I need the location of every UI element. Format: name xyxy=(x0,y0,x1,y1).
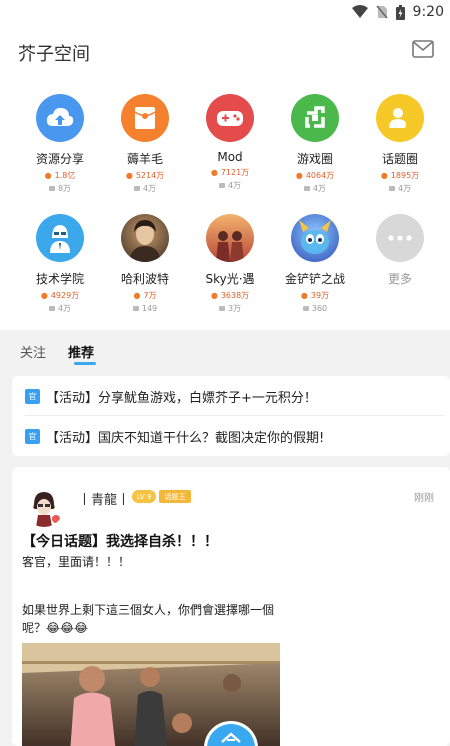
avatar[interactable] xyxy=(24,487,64,527)
category-posts: 4万 xyxy=(357,184,443,193)
posts-icon xyxy=(133,186,140,191)
post-image[interactable]: 如果世界上剩下這三個女人，你們會選擇哪一個呢？😂😂😂 xyxy=(22,597,280,746)
category-name: 游戏圈 xyxy=(296,152,333,166)
notice-item[interactable]: 官 【活动】分享魷鱼游戏，白嫖芥子+一元积分！ xyxy=(12,377,450,415)
post-body: 客官，里面请！！！ xyxy=(22,555,131,569)
posts-icon xyxy=(388,186,395,191)
wifi-icon xyxy=(351,5,368,18)
post-time: 刚刚 xyxy=(414,493,434,504)
red-envelope-icon xyxy=(121,94,169,142)
category-mod[interactable]: Mod ● 7121万 4万 xyxy=(187,94,273,190)
category-harry-potter[interactable]: 哈利波特 ● 7万 149 xyxy=(102,214,188,313)
category-name: 技术学院 xyxy=(35,272,84,286)
post-card[interactable]: 丨青龍丨 LV 9 话题王 刚刚 【今日话题】我选择自杀！！！ 客官，里面请！！… xyxy=(12,467,450,746)
category-posts: 3万 xyxy=(187,304,273,313)
category-resource-share[interactable]: 资源分享 ● 1.8亿 8万 xyxy=(17,94,103,193)
fire-icon: ● xyxy=(380,171,388,180)
category-name: 哈利波特 xyxy=(120,272,169,286)
game-circle-icon xyxy=(291,94,339,142)
edit-icon xyxy=(221,732,241,743)
posts-icon xyxy=(48,186,55,191)
category-jcc[interactable]: 金铲铲之战 ● 39万 360 xyxy=(272,214,358,313)
category-sky[interactable]: Sky光·遇 ● 3638万 3万 xyxy=(187,214,273,313)
posts-icon xyxy=(132,306,139,311)
post-title: 【今日话题】我选择自杀！！！ xyxy=(22,534,218,550)
category-name: 金铲铲之战 xyxy=(284,272,345,286)
notice-item[interactable]: 官 【活动】国庆不知道干什么？截图决定你的假期! xyxy=(12,417,450,455)
feed-tabs: 关注 推荐 xyxy=(6,330,450,372)
category-hot: ● 4064万 xyxy=(295,171,335,180)
fire-icon: ● xyxy=(133,291,141,300)
harry-potter-avatar-icon xyxy=(121,214,169,262)
category-hot: ● 4929万 xyxy=(40,291,80,300)
category-posts: 8万 xyxy=(17,184,103,193)
category-posts: 4万 xyxy=(102,184,188,193)
posts-icon xyxy=(302,306,309,311)
app-bar: 芥子空间 xyxy=(0,28,450,80)
topic-user-icon: # xyxy=(376,94,424,142)
category-name: 更多 xyxy=(387,272,412,286)
category-hot: ● 1895万 xyxy=(380,171,420,180)
posts-icon xyxy=(218,306,225,311)
category-wool[interactable]: 薅羊毛 ● 5214万 4万 xyxy=(102,94,188,193)
fire-icon: ● xyxy=(295,171,303,180)
category-hot: ● 5214万 xyxy=(125,171,165,180)
page-title: 芥子空间 xyxy=(18,44,90,65)
sky-avatar-icon xyxy=(206,214,254,262)
category-name: Sky光·遇 xyxy=(205,272,255,286)
more-icon xyxy=(376,214,424,262)
jcc-avatar-icon xyxy=(291,214,339,262)
posts-icon xyxy=(218,183,225,188)
hacker-icon xyxy=(36,214,84,262)
category-tech-academy[interactable]: 技术学院 ● 4929万 4万 xyxy=(17,214,103,313)
category-name: 薅羊毛 xyxy=(126,152,163,166)
category-name: Mod xyxy=(217,150,243,164)
svg-text:#: # xyxy=(404,122,411,131)
category-more[interactable]: 更多 xyxy=(357,214,443,287)
image-caption: 如果世界上剩下這三個女人，你們會選擇哪一個呢？😂😂😂 xyxy=(22,603,275,635)
category-posts: 4万 xyxy=(17,304,103,313)
active-tab-indicator xyxy=(74,362,96,365)
category-posts: 4万 xyxy=(187,181,273,190)
official-badge: 官 xyxy=(25,388,40,404)
category-posts: 4万 xyxy=(272,184,358,193)
status-time: 9:20 xyxy=(412,4,444,20)
fire-icon: ● xyxy=(210,291,218,300)
no-sim-icon xyxy=(375,5,388,19)
category-hot: ● 39万 xyxy=(300,291,330,300)
cloud-upload-icon xyxy=(36,94,84,142)
fire-icon: ● xyxy=(40,291,48,300)
fire-icon: ● xyxy=(300,291,308,300)
username[interactable]: 丨青龍丨 xyxy=(78,489,130,508)
status-bar: 9:20 xyxy=(0,0,450,28)
divider xyxy=(25,415,445,416)
fire-icon: ● xyxy=(210,168,218,177)
tab-recommend[interactable]: 推荐 xyxy=(68,342,94,361)
notice-text: 【活动】国庆不知道干什么？截图决定你的假期! xyxy=(46,430,325,446)
category-posts: 360 xyxy=(272,304,358,313)
category-grid: 资源分享 ● 1.8亿 8万 薅羊毛 ● 5214万 4万 Mod ● 7121万 4… xyxy=(0,80,450,330)
fire-icon: ● xyxy=(125,171,133,180)
category-hot: ● 3638万 xyxy=(210,291,250,300)
notice-text: 【活动】分享魷鱼游戏，白嫖芥子+一元积分！ xyxy=(46,390,317,406)
tab-follow[interactable]: 关注 xyxy=(20,342,46,361)
category-name: 资源分享 xyxy=(35,152,84,166)
official-badge: 官 xyxy=(25,428,40,444)
title-badge: 话题王 xyxy=(159,490,191,503)
category-hot: ● 1.8亿 xyxy=(44,171,76,180)
posts-icon xyxy=(303,186,310,191)
category-posts: 149 xyxy=(102,304,188,313)
category-topic-circle[interactable]: # 话题圈 ● 1895万 4万 xyxy=(357,94,443,193)
battery-icon xyxy=(395,4,405,20)
category-name: 话题圈 xyxy=(381,152,418,166)
mail-icon[interactable] xyxy=(412,40,434,58)
posts-icon xyxy=(48,306,55,311)
category-hot: ● 7万 xyxy=(133,291,157,300)
category-game-circle[interactable]: 游戏圈 ● 4064万 4万 xyxy=(272,94,358,193)
gamepad-icon xyxy=(206,94,254,142)
category-hot: ● 7121万 xyxy=(210,168,250,177)
notice-list: 官 【活动】分享魷鱼游戏，白嫖芥子+一元积分！ 官 【活动】国庆不知道干什么？截… xyxy=(12,376,450,456)
fire-icon: ● xyxy=(44,171,52,180)
level-badge: LV 9 xyxy=(132,490,156,503)
